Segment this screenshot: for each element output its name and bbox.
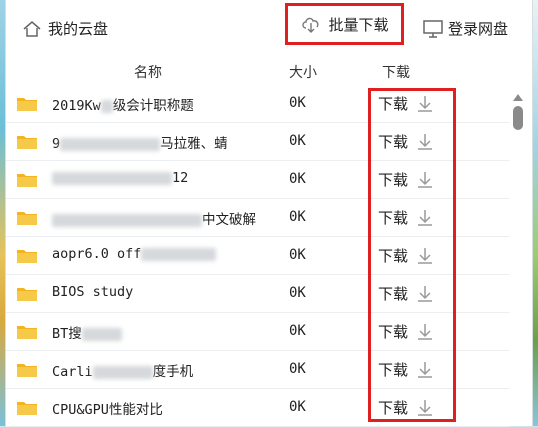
download-arrow-icon (418, 133, 433, 150)
download-label: 下载 (378, 399, 409, 417)
list-item[interactable]: BIOS study 0K 下载 (6, 275, 509, 313)
batch-download-label: 批量下载 (328, 15, 389, 34)
folder-icon (17, 250, 37, 263)
file-name: Carli (52, 364, 93, 380)
blurred-text (141, 247, 217, 261)
file-list: 2019Kw 级会计职称题 0K 下载 9 马拉雅、蜻 0K 下载 12 0K 下载… (6, 85, 509, 427)
download-arrow-icon (418, 399, 433, 416)
blurred-text (52, 213, 202, 227)
download-label: 下载 (378, 171, 409, 189)
download-button[interactable]: 下载 (378, 169, 434, 190)
file-name-tail: 级会计职称题 (112, 98, 194, 114)
file-name: CPU&GPU性能对比 (52, 402, 163, 418)
download-button[interactable]: 下载 (378, 359, 434, 380)
download-button[interactable]: 下载 (378, 245, 434, 266)
list-item[interactable]: 中文破解 0K 下载 (6, 199, 509, 237)
download-arrow-icon (418, 209, 433, 226)
download-button[interactable]: 下载 (378, 131, 434, 152)
list-header: 名称 大小 下载 (6, 58, 532, 86)
scroll-up-arrow-icon[interactable] (513, 94, 523, 101)
file-size: 0K (289, 361, 306, 377)
file-name: BIOS study (52, 284, 134, 300)
download-arrow-icon (418, 171, 433, 188)
file-name-tail: 度手机 (152, 364, 194, 380)
file-name: 9 (52, 136, 61, 152)
file-size: 0K (289, 95, 306, 111)
file-name: BT搜 (52, 326, 82, 342)
download-button[interactable]: 下载 (378, 93, 434, 114)
file-name-tail: 马拉雅、蜻 (160, 136, 228, 152)
download-arrow-icon (418, 361, 433, 378)
list-item[interactable]: BT搜 0K 下载 (6, 313, 509, 351)
monitor-icon (423, 19, 443, 38)
blurred-text (52, 171, 172, 185)
folder-icon (17, 364, 37, 377)
download-label: 下载 (378, 323, 409, 341)
download-button[interactable]: 下载 (378, 207, 434, 228)
download-arrow-icon (418, 247, 433, 264)
my-cloud-label: 我的云盘 (48, 20, 109, 38)
my-cloud-button[interactable]: 我的云盘 (22, 18, 108, 39)
file-size: 0K (289, 171, 306, 187)
list-item[interactable]: 2019Kw 级会计职称题 0K 下载 (6, 85, 509, 123)
cloud-download-icon (302, 17, 319, 33)
download-arrow-icon (418, 285, 433, 302)
file-size: 0K (289, 323, 306, 339)
file-size: 0K (289, 285, 306, 301)
scrollbar[interactable] (509, 94, 527, 426)
folder-icon (17, 98, 37, 111)
batch-download-button[interactable]: 批量下载 (285, 3, 404, 45)
download-button[interactable]: 下载 (378, 321, 434, 342)
download-label: 下载 (378, 247, 409, 265)
download-label: 下载 (378, 209, 409, 227)
home-icon (23, 20, 41, 37)
file-size: 0K (289, 399, 306, 415)
download-label: 下载 (378, 133, 409, 151)
folder-icon (17, 326, 37, 339)
blurred-text (100, 99, 113, 113)
blurred-text (81, 327, 122, 341)
file-size: 0K (289, 247, 306, 263)
list-item[interactable]: Carli 度手机 0K 下载 (6, 351, 509, 389)
file-name-tail: 12 (172, 170, 189, 186)
folder-icon (17, 174, 37, 187)
column-download: 下载 (382, 65, 410, 81)
folder-icon (17, 288, 37, 301)
download-label: 下载 (378, 285, 409, 303)
blurred-text (92, 365, 153, 379)
download-arrow-icon (418, 95, 433, 112)
login-disk-button[interactable]: 登录网盘 (422, 18, 508, 39)
folder-icon (17, 402, 37, 415)
list-item[interactable]: 12 0K 下载 (6, 161, 509, 199)
folder-icon (17, 212, 37, 225)
scrollbar-thumb[interactable] (513, 106, 523, 130)
file-name: aopr6.0 off (52, 246, 142, 262)
download-arrow-icon (418, 323, 433, 340)
blurred-text (60, 137, 161, 151)
list-item[interactable]: aopr6.0 off 0K 下载 (6, 237, 509, 275)
download-button[interactable]: 下载 (378, 397, 434, 418)
file-name-tail: 中文破解 (202, 212, 256, 228)
file-size: 0K (289, 209, 306, 225)
column-size: 大小 (289, 65, 317, 81)
download-label: 下载 (378, 361, 409, 379)
login-disk-label: 登录网盘 (448, 20, 509, 38)
list-item[interactable]: CPU&GPU性能对比 0K 下载 (6, 389, 509, 427)
file-name: 2019Kw (52, 98, 101, 114)
list-item[interactable]: 9 马拉雅、蜻 0K 下载 (6, 123, 509, 161)
download-button[interactable]: 下载 (378, 283, 434, 304)
cloud-disk-panel: 我的云盘 批量下载 登录网盘 名称 大小 下载 2019Kw 级会计职称题 0K (5, 0, 533, 427)
folder-icon (17, 136, 37, 149)
file-size: 0K (289, 133, 306, 149)
toolbar: 我的云盘 批量下载 登录网盘 (6, 0, 532, 56)
column-name: 名称 (134, 65, 162, 81)
download-label: 下载 (378, 95, 409, 113)
